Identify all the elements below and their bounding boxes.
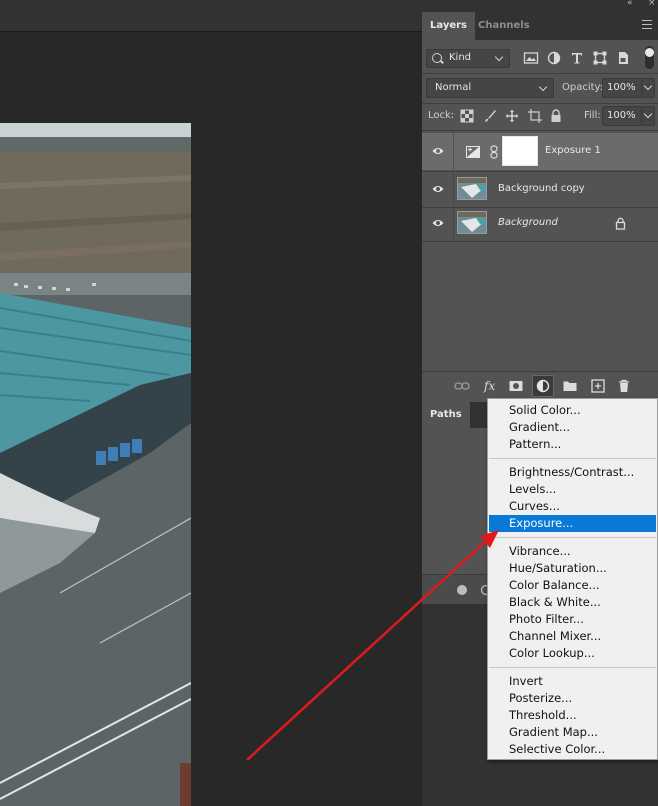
layer-name-background[interactable]: Background bbox=[498, 217, 558, 228]
collapse-panels-icon[interactable]: « bbox=[627, 0, 633, 8]
blend-mode-select[interactable]: Normal bbox=[426, 78, 554, 98]
menu-item-vibrance[interactable]: Vibrance... bbox=[489, 543, 656, 560]
filter-toggle[interactable] bbox=[645, 46, 654, 69]
adjustment-layer-menu: Solid Color... Gradient... Pattern... Br… bbox=[487, 398, 658, 760]
menu-item-levels[interactable]: Levels... bbox=[489, 481, 656, 498]
chevron-down-icon bbox=[643, 109, 653, 119]
eye-visibility-icon[interactable] bbox=[432, 218, 444, 228]
menu-item-channel-mixer[interactable]: Channel Mixer... bbox=[489, 628, 656, 645]
lock-label: Lock: bbox=[428, 110, 455, 121]
menu-item-curves[interactable]: Curves... bbox=[489, 498, 656, 515]
adjustment-filter-icon[interactable] bbox=[546, 50, 562, 66]
image-filter-icon[interactable] bbox=[523, 50, 539, 66]
menu-item-posterize[interactable]: Posterize... bbox=[489, 690, 656, 707]
panel-menu-icon[interactable] bbox=[642, 20, 652, 32]
layer-row-exposure[interactable]: Exposure 1 bbox=[422, 133, 658, 170]
panel-collapse-bar: « × bbox=[422, 0, 658, 12]
chevron-down-icon bbox=[538, 82, 548, 92]
chevron-down-icon bbox=[494, 52, 504, 62]
eye-visibility-icon[interactable] bbox=[432, 184, 444, 194]
filter-kind-label: Kind bbox=[449, 52, 472, 63]
adjustment-layer-button[interactable] bbox=[532, 375, 554, 397]
menu-item-pattern[interactable]: Pattern... bbox=[489, 436, 656, 453]
mask-link-icon[interactable] bbox=[490, 145, 498, 159]
filter-kind-select[interactable]: Kind bbox=[426, 49, 510, 68]
layer-row-background-copy[interactable]: Background copy bbox=[422, 173, 658, 206]
new-layer-icon[interactable] bbox=[590, 378, 606, 394]
fill-input[interactable]: 100% bbox=[602, 106, 642, 126]
menu-item-photo-filter[interactable]: Photo Filter... bbox=[489, 611, 656, 628]
svg-text:fx: fx bbox=[483, 379, 495, 393]
tab-channels[interactable]: Channels bbox=[470, 12, 538, 40]
menu-item-hue-saturation[interactable]: Hue/Saturation... bbox=[489, 560, 656, 577]
layer-thumbnail bbox=[457, 177, 487, 200]
shape-filter-icon[interactable] bbox=[592, 50, 608, 66]
fill-label: Fill: bbox=[584, 110, 601, 121]
layer-lock-icon bbox=[615, 217, 626, 230]
exposure-adjustment-icon bbox=[466, 146, 480, 158]
menu-item-black-white[interactable]: Black & White... bbox=[489, 594, 656, 611]
menu-item-color-lookup[interactable]: Color Lookup... bbox=[489, 645, 656, 662]
layers-tab-bar: Layers Channels bbox=[422, 12, 658, 40]
layer-mask-thumbnail[interactable] bbox=[502, 136, 538, 166]
menu-item-gradient-map[interactable]: Gradient Map... bbox=[489, 724, 656, 741]
type-filter-icon[interactable] bbox=[569, 50, 585, 66]
fill-dropdown[interactable] bbox=[641, 106, 655, 126]
lock-image-icon[interactable] bbox=[483, 109, 497, 123]
menu-item-color-balance[interactable]: Color Balance... bbox=[489, 577, 656, 594]
lock-position-icon[interactable] bbox=[505, 109, 519, 123]
menu-item-brightness-contrast[interactable]: Brightness/Contrast... bbox=[489, 464, 656, 481]
document-tab-bar bbox=[0, 0, 422, 32]
add-mask-icon[interactable] bbox=[508, 378, 524, 394]
layers-panel-body: Kind Normal Opacity: 100% Lock: Fill: 10… bbox=[422, 40, 658, 402]
lock-artboard-icon[interactable] bbox=[528, 109, 542, 123]
layer-row-background[interactable]: Background bbox=[422, 207, 658, 240]
eye-visibility-icon[interactable] bbox=[432, 146, 444, 156]
delete-layer-icon[interactable] bbox=[616, 378, 632, 394]
aerial-photo-image bbox=[0, 123, 191, 806]
menu-item-exposure[interactable]: Exposure... bbox=[489, 515, 656, 532]
adjustment-layer-icon bbox=[536, 379, 550, 393]
chevron-down-icon bbox=[643, 81, 653, 91]
menu-item-solid-color[interactable]: Solid Color... bbox=[489, 402, 656, 419]
lock-transparent-icon[interactable] bbox=[460, 109, 474, 123]
layer-name-exposure[interactable]: Exposure 1 bbox=[545, 145, 601, 156]
blend-mode-value: Normal bbox=[435, 82, 472, 93]
menu-item-threshold[interactable]: Threshold... bbox=[489, 707, 656, 724]
smart-object-filter-icon[interactable] bbox=[615, 50, 631, 66]
menu-item-gradient[interactable]: Gradient... bbox=[489, 419, 656, 436]
link-layers-icon[interactable] bbox=[454, 378, 470, 394]
menu-item-selective-color[interactable]: Selective Color... bbox=[489, 741, 656, 758]
group-folder-icon[interactable] bbox=[562, 378, 578, 394]
opacity-input[interactable]: 100% bbox=[602, 78, 642, 98]
layer-name-background-copy[interactable]: Background copy bbox=[498, 183, 585, 194]
tab-paths[interactable]: Paths bbox=[422, 402, 470, 428]
opacity-dropdown[interactable] bbox=[641, 78, 655, 98]
lock-all-icon[interactable] bbox=[549, 109, 563, 123]
opacity-label: Opacity: bbox=[562, 82, 604, 93]
search-icon bbox=[432, 53, 442, 63]
fx-icon[interactable]: fx bbox=[482, 378, 498, 394]
close-panel-icon[interactable]: × bbox=[648, 0, 656, 8]
tab-layers[interactable]: Layers bbox=[422, 12, 475, 40]
menu-item-invert[interactable]: Invert bbox=[489, 673, 656, 690]
layer-thumbnail bbox=[457, 211, 487, 234]
fill-path-icon[interactable] bbox=[456, 584, 468, 596]
aerial-photo-canvas[interactable] bbox=[0, 123, 191, 806]
